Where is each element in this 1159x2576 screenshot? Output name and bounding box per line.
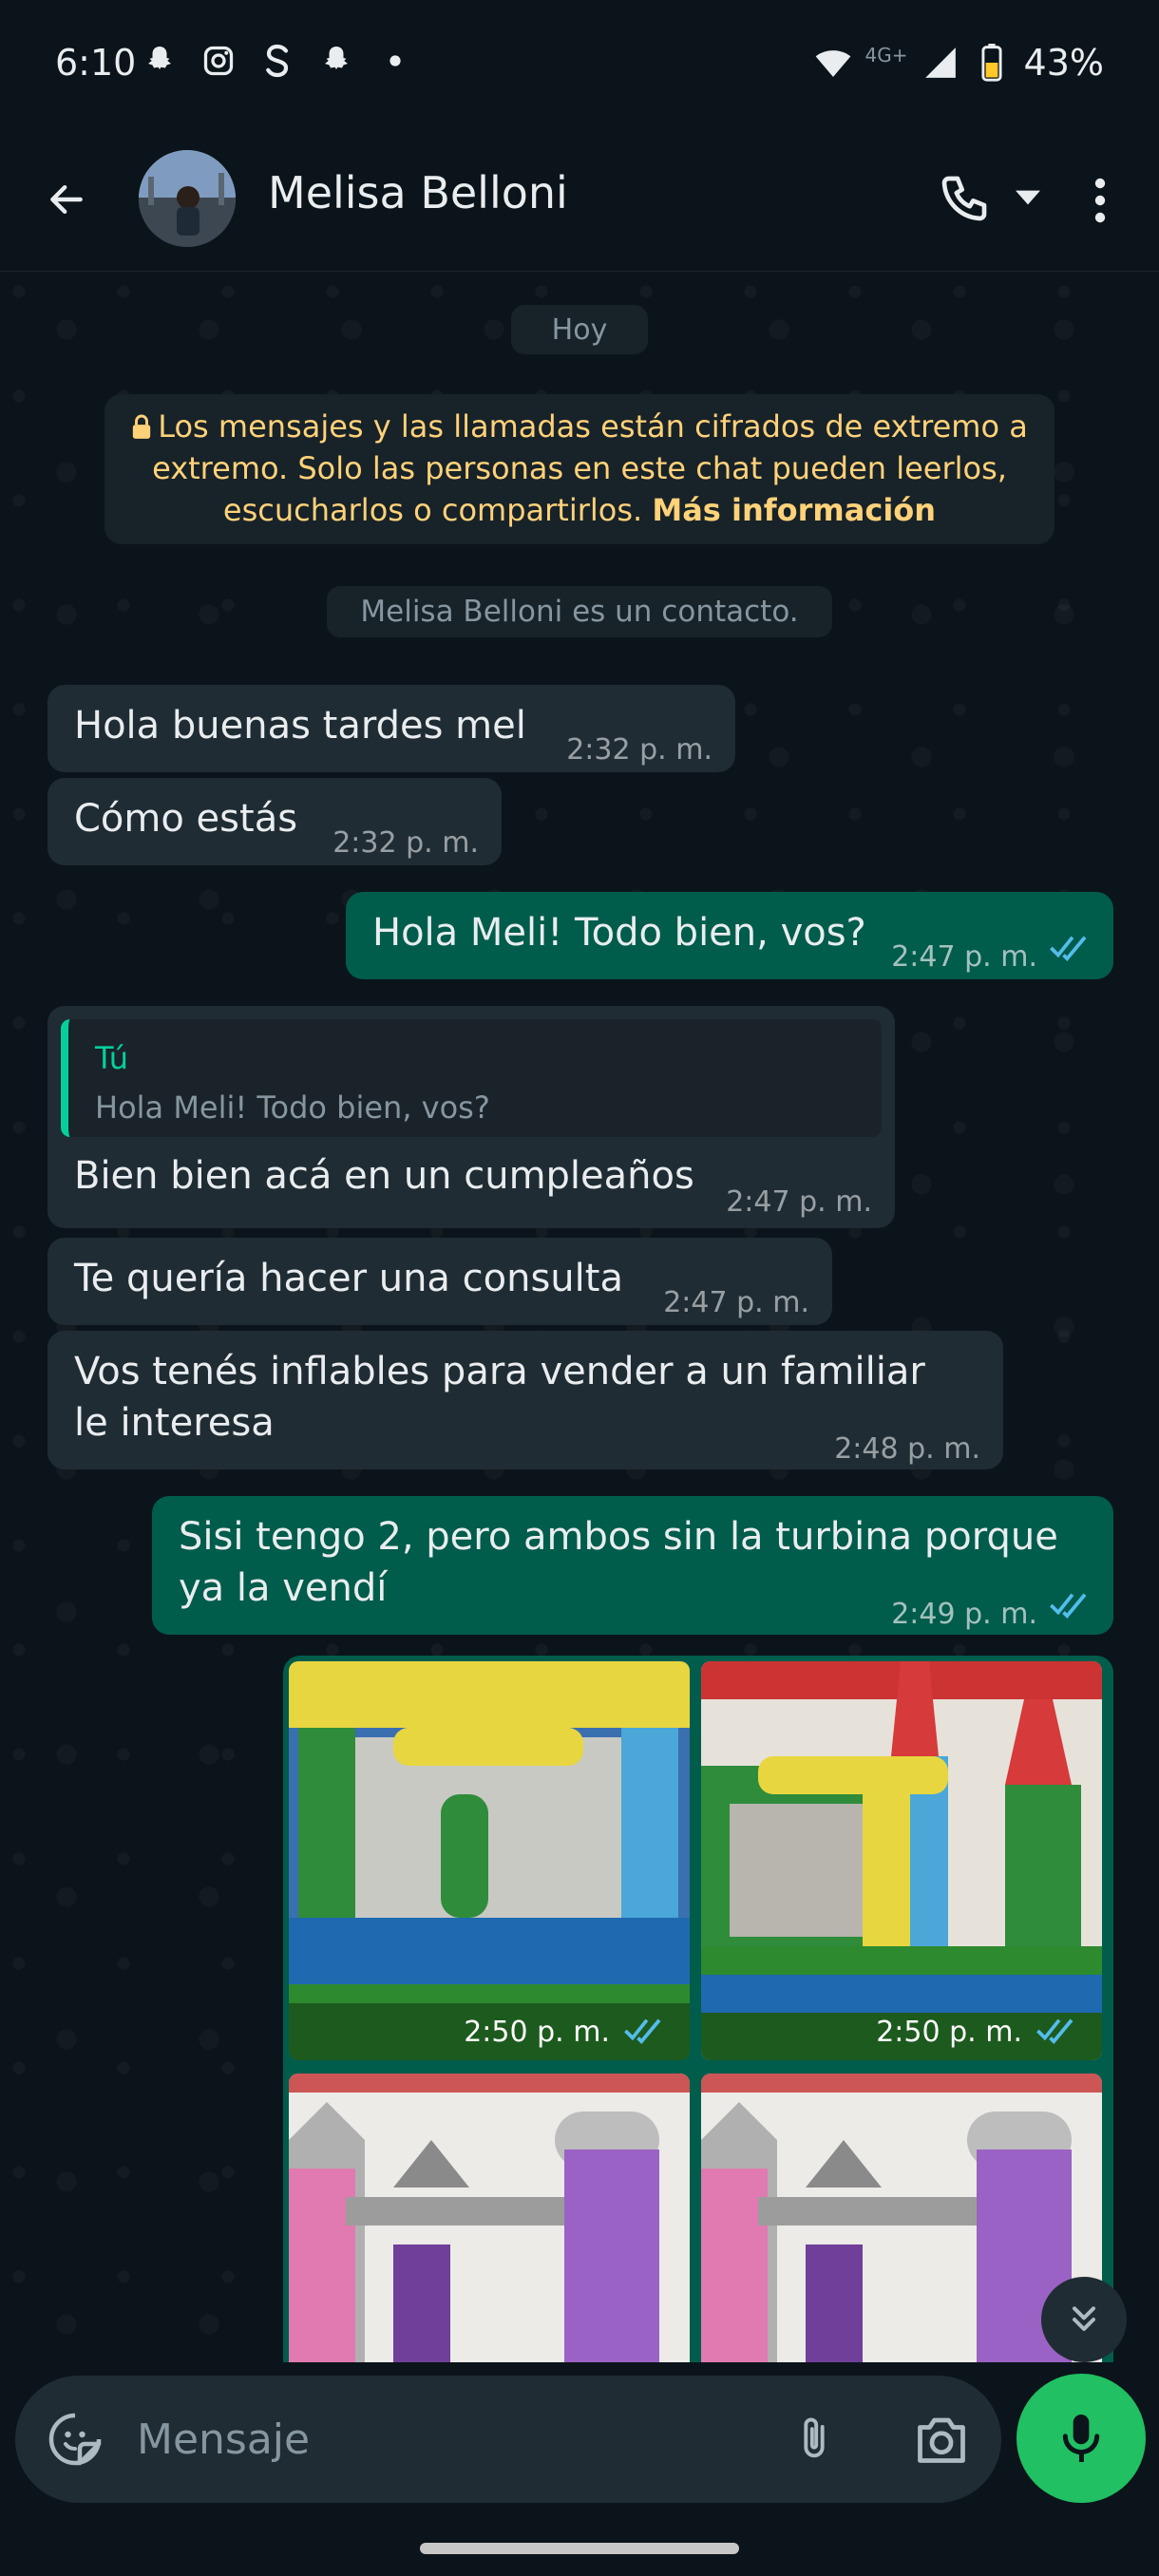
image-thumbnail[interactable] (289, 2074, 690, 2362)
s-app-icon (258, 42, 296, 80)
instagram-icon (200, 42, 238, 80)
image-time: 2:50 p. m. (464, 2016, 610, 2049)
system-icons: 4G+ 43% (814, 42, 1104, 84)
image-thumbnail[interactable]: 2:50 p. m. (289, 1661, 690, 2060)
snapchat-icon-2 (317, 42, 355, 80)
message-bubble-outgoing[interactable]: Sisi tengo 2, pero ambos sin la turbina … (152, 1496, 1113, 1635)
network-type: 4G+ (864, 44, 908, 66)
date-chip: Hoy (511, 305, 648, 354)
message-time: 2:47 p. m. (891, 940, 1037, 974)
status-time: 6:10 (55, 42, 137, 84)
double-chevron-down-icon (1073, 2306, 1095, 2331)
scroll-to-bottom-button[interactable] (1041, 2277, 1127, 2362)
image-thumbnail[interactable]: 2:50 p. m. (701, 1661, 1102, 2060)
camera-button[interactable] (908, 2406, 975, 2472)
home-indicator[interactable] (420, 2543, 739, 2554)
message-text: Hola Meli! Todo bien, vos? (372, 911, 866, 955)
message-bubble-outgoing[interactable]: Hola Meli! Todo bien, vos? 2:47 p. m. (346, 892, 1113, 979)
battery-icon (973, 44, 1011, 82)
more-info-link[interactable]: Más información (652, 492, 936, 528)
message-time: 2:47 p. m. (726, 1185, 872, 1219)
chat-header: Melisa Belloni (0, 133, 1159, 272)
message-text: Bien bien acá en un cumpleaños (74, 1154, 694, 1198)
read-receipt-icon (624, 2018, 661, 2045)
message-text: Hola buenas tardes mel (74, 704, 526, 748)
message-time: 2:32 p. m. (566, 733, 712, 767)
lock-icon (133, 414, 151, 439)
back-button[interactable] (38, 171, 95, 228)
message-text: Te quería hacer una consulta (74, 1257, 623, 1300)
message-bubble-incoming[interactable]: Te quería hacer una consulta 2:47 p. m. (48, 1238, 832, 1325)
contact-name[interactable]: Melisa Belloni (268, 167, 568, 218)
message-time: 2:49 p. m. (891, 1598, 1037, 1631)
voice-message-button[interactable] (1016, 2374, 1146, 2503)
wifi-icon (814, 44, 852, 82)
encryption-notice[interactable]: Los mensajes y las llamadas están cifrad… (104, 394, 1054, 544)
message-time: 2:47 p. m. (663, 1286, 809, 1319)
caret-down-icon (1016, 190, 1040, 205)
contact-info-chip: Melisa Belloni es un contacto. (327, 586, 832, 637)
image-time: 2:50 p. m. (876, 2016, 1022, 2049)
quoted-message[interactable]: Tú Hola Meli! Todo bien, vos? (61, 1019, 882, 1137)
notification-icons (141, 42, 414, 80)
message-input-pill[interactable] (15, 2376, 1001, 2503)
snapchat-icon (141, 42, 179, 80)
arrow-left-icon (50, 184, 83, 215)
avatar[interactable] (139, 150, 236, 247)
message-text-line-2: ya la vendí (179, 1566, 388, 1610)
message-bubble-incoming-reply[interactable]: Tú Hola Meli! Todo bien, vos? Bien bien … (48, 1006, 895, 1228)
message-text-line-2: le interesa (74, 1401, 275, 1445)
camera-icon (918, 2417, 965, 2463)
message-text-line-1: Vos tenés inflables para vender a un fam… (74, 1350, 925, 1393)
sticker-icon (48, 2413, 102, 2466)
voice-call-button[interactable] (931, 165, 998, 232)
read-receipt-icon (1050, 1593, 1087, 1619)
call-options-dropdown[interactable] (1009, 179, 1047, 217)
quoted-author: Tú (95, 1040, 128, 1076)
message-composer (0, 2362, 1159, 2576)
kebab-menu-icon (1094, 178, 1106, 223)
more-options-button[interactable] (1081, 167, 1119, 234)
paperclip-icon (804, 2417, 825, 2458)
message-text-line-1: Sisi tengo 2, pero ambos sin la turbina … (179, 1515, 1058, 1559)
message-time: 2:48 p. m. (834, 1432, 980, 1466)
phone-icon (941, 176, 987, 221)
message-bubble-incoming[interactable]: Hola buenas tardes mel 2:32 p. m. (48, 685, 735, 772)
message-time: 2:32 p. m. (332, 826, 479, 860)
microphone-icon (1062, 2415, 1100, 2462)
read-receipt-icon (1050, 936, 1087, 962)
status-bar: 6:10 4G+ 43% (0, 0, 1159, 133)
signal-icon (922, 44, 960, 82)
quoted-text: Hola Meli! Todo bien, vos? (95, 1089, 490, 1126)
read-receipt-icon (1036, 2018, 1074, 2045)
dot-icon (376, 42, 414, 80)
battery-percent: 43% (1023, 42, 1104, 84)
message-bubble-incoming[interactable]: Vos tenés inflables para vender a un fam… (48, 1331, 1003, 1469)
image-album[interactable]: 2:50 p. m. 2:50 p. m. (283, 1656, 1113, 2362)
sticker-emoji-button[interactable] (44, 2408, 106, 2471)
message-input[interactable] (137, 2408, 745, 2471)
chat-area[interactable]: Hoy Los mensajes y las llamadas están ci… (0, 273, 1159, 2362)
message-text: Cómo estás (74, 797, 298, 841)
attach-button[interactable] (781, 2406, 847, 2472)
message-bubble-incoming[interactable]: Cómo estás 2:32 p. m. (48, 778, 502, 865)
